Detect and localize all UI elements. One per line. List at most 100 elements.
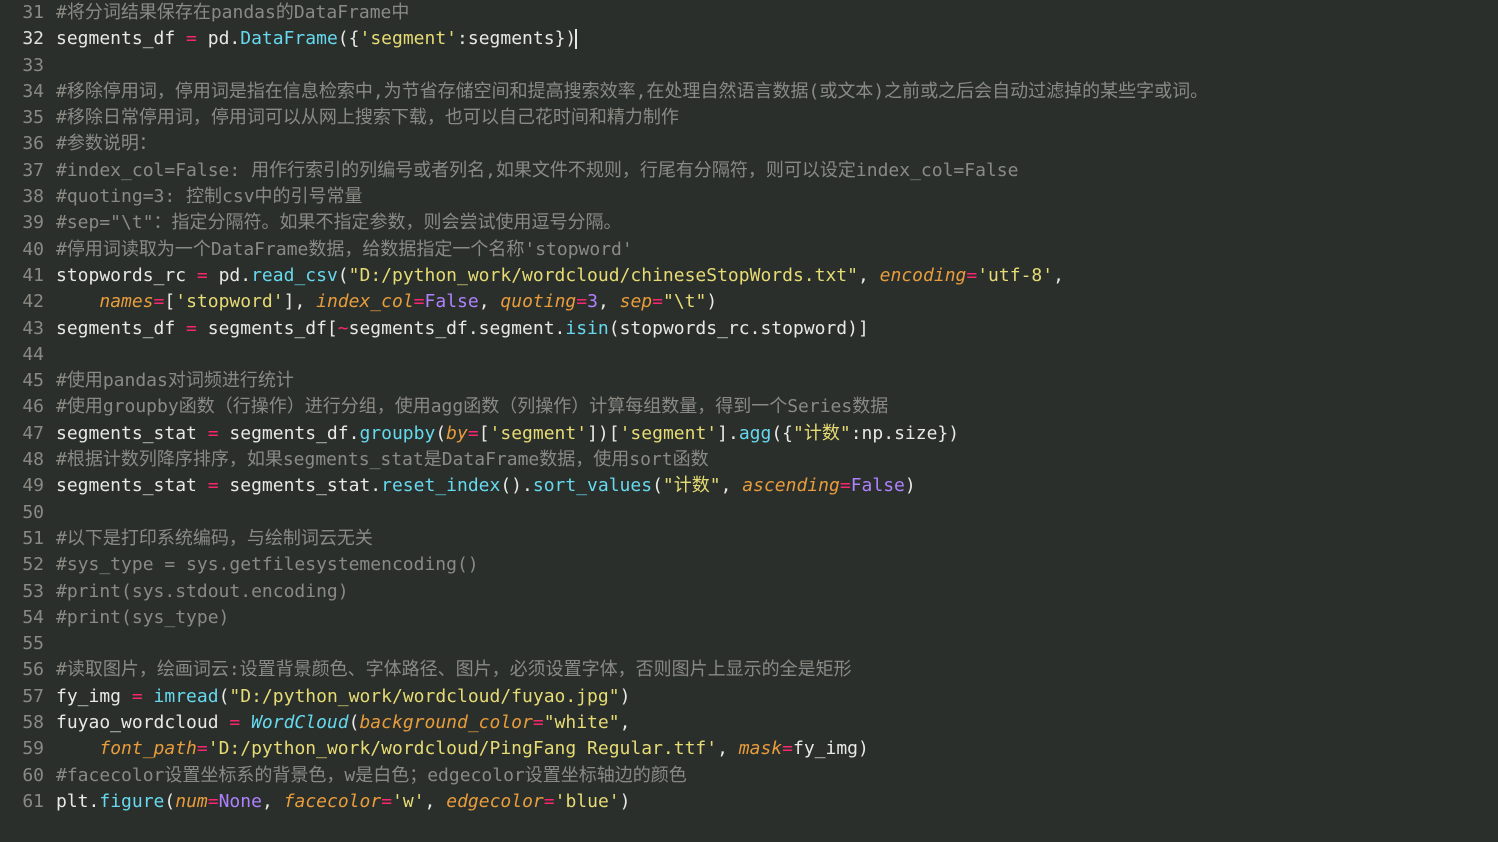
code-line[interactable]: #使用groupby函数（行操作）进行分组，使用agg函数（列操作）计算每组数量… xyxy=(56,394,1498,420)
code-token: #print(sys.stdout.encoding) xyxy=(56,581,349,602)
code-token: = xyxy=(197,265,208,286)
code-token: #index_col=False: 用作行索引的列编号或者列名,如果文件不规则，… xyxy=(56,160,1018,181)
code-line[interactable]: #sep="\t"：指定分隔符。如果不指定参数，则会尝试使用逗号分隔。 xyxy=(56,210,1498,236)
code-token: 3 xyxy=(587,291,598,312)
code-line[interactable]: #sys_type = sys.getfilesystemencoding() xyxy=(56,552,1498,578)
code-line[interactable]: segments_df = pd.DataFrame({'segment':se… xyxy=(56,26,1498,52)
code-token: reset_index xyxy=(381,475,500,496)
code-line[interactable] xyxy=(56,342,1498,368)
code-token: ( xyxy=(349,712,360,733)
code-token: ~ xyxy=(338,318,349,339)
code-line[interactable]: font_path='D:/python_work/wordcloud/Ping… xyxy=(56,736,1498,762)
code-line[interactable]: segments_stat = segments_df.groupby(by=[… xyxy=(56,421,1498,447)
code-token: , xyxy=(598,291,620,312)
code-token: , xyxy=(721,475,743,496)
code-line[interactable]: #print(sys_type) xyxy=(56,605,1498,631)
code-token: #将分词结果保存在pandas的DataFrame中 xyxy=(56,2,409,23)
code-line[interactable]: #以下是打印系统编码，与绘制词云无关 xyxy=(56,526,1498,552)
code-token: by xyxy=(446,423,468,444)
code-line[interactable]: #index_col=False: 用作行索引的列编号或者列名,如果文件不规则，… xyxy=(56,158,1498,184)
code-editor[interactable]: 3132333435363738394041424344454647484950… xyxy=(0,0,1498,842)
line-number: 53 xyxy=(8,579,44,605)
code-token: #quoting=3: 控制csv中的引号常量 xyxy=(56,186,363,207)
code-token: (stopwords_rc.stopword)] xyxy=(609,318,869,339)
code-token: , xyxy=(717,738,739,759)
code-line[interactable]: #print(sys.stdout.encoding) xyxy=(56,579,1498,605)
code-token: ]. xyxy=(717,423,739,444)
code-line[interactable]: segments_stat = segments_stat.reset_inde… xyxy=(56,473,1498,499)
code-token: segments_df xyxy=(56,28,186,49)
line-number: 51 xyxy=(8,526,44,552)
code-token: #facecolor设置坐标系的背景色，w是白色；edgecolor设置坐标轴边… xyxy=(56,765,687,786)
line-number: 58 xyxy=(8,710,44,736)
code-token: = xyxy=(208,475,219,496)
code-token: = xyxy=(414,291,425,312)
code-token: sep xyxy=(620,291,653,312)
line-number: 34 xyxy=(8,79,44,105)
code-token: #参数说明： xyxy=(56,133,157,154)
code-area[interactable]: #将分词结果保存在pandas的DataFrame中 segments_df = … xyxy=(56,0,1498,842)
line-number: 39 xyxy=(8,210,44,236)
code-line[interactable]: #移除停用词，停用词是指在信息检索中,为节省存储空间和提高搜索效率,在处理自然语… xyxy=(56,79,1498,105)
code-token: False xyxy=(851,475,905,496)
code-token: agg xyxy=(739,423,772,444)
line-number: 52 xyxy=(8,552,44,578)
code-token: #使用groupby函数（行操作）进行分组，使用agg函数（列操作）计算每组数量… xyxy=(56,396,888,417)
code-line[interactable]: #读取图片，绘画词云:设置背景颜色、字体路径、图片，必须设置字体，否则图片上显示… xyxy=(56,657,1498,683)
code-token: segments_df. xyxy=(219,423,360,444)
code-token: . xyxy=(229,28,240,49)
code-token: "计数" xyxy=(663,475,721,496)
code-line[interactable] xyxy=(56,631,1498,657)
code-token: names xyxy=(99,291,153,312)
code-line[interactable]: plt.figure(num=None, facecolor='w', edge… xyxy=(56,789,1498,815)
line-number: 46 xyxy=(8,394,44,420)
code-token: facecolor xyxy=(284,791,382,812)
code-line[interactable] xyxy=(56,53,1498,79)
code-line[interactable]: fuyao_wordcloud = WordCloud(background_c… xyxy=(56,710,1498,736)
code-token: figure xyxy=(99,791,164,812)
line-number: 44 xyxy=(8,342,44,368)
code-token: :segments}) xyxy=(457,28,576,49)
code-token: #根据计数列降序排序，如果segments_stat是DataFrame数据，使… xyxy=(56,449,709,470)
code-line[interactable]: #使用pandas对词频进行统计 xyxy=(56,368,1498,394)
code-token: 'stopword' xyxy=(175,291,283,312)
line-number: 61 xyxy=(8,789,44,815)
code-token: ( xyxy=(219,686,230,707)
code-line[interactable]: #facecolor设置坐标系的背景色，w是白色；edgecolor设置坐标轴边… xyxy=(56,763,1498,789)
code-token: , xyxy=(425,791,447,812)
code-token: segments_df[ xyxy=(197,318,338,339)
code-token: = xyxy=(544,791,555,812)
code-token: ) xyxy=(905,475,916,496)
code-token: ) xyxy=(706,291,717,312)
code-token: = xyxy=(197,738,208,759)
code-token: mask xyxy=(739,738,782,759)
code-token: #使用pandas对词频进行统计 xyxy=(56,370,294,391)
code-token: 'segment' xyxy=(620,423,718,444)
code-line[interactable]: fy_img = imread("D:/python_work/wordclou… xyxy=(56,684,1498,710)
code-token: = xyxy=(186,318,197,339)
code-token: ( xyxy=(435,423,446,444)
code-line[interactable]: #停用词读取为一个DataFrame数据，给数据指定一个名称'stopword' xyxy=(56,237,1498,263)
code-token: 'segment' xyxy=(490,423,588,444)
code-line[interactable]: #quoting=3: 控制csv中的引号常量 xyxy=(56,184,1498,210)
code-line[interactable]: #根据计数列降序排序，如果segments_stat是DataFrame数据，使… xyxy=(56,447,1498,473)
code-line[interactable]: #将分词结果保存在pandas的DataFrame中 xyxy=(56,0,1498,26)
code-line[interactable]: names=['stopword'], index_col=False, quo… xyxy=(56,289,1498,315)
code-token: fy_img) xyxy=(793,738,869,759)
code-line[interactable] xyxy=(56,500,1498,526)
line-number: 43 xyxy=(8,316,44,342)
code-token: fuyao_wordcloud xyxy=(56,712,229,733)
line-number: 40 xyxy=(8,237,44,263)
code-line[interactable]: #参数说明： xyxy=(56,131,1498,157)
code-line[interactable]: #移除日常停用词，停用词可以从网上搜索下载，也可以自己花时间和精力制作 xyxy=(56,105,1498,131)
code-token: imread xyxy=(154,686,219,707)
line-number: 50 xyxy=(8,500,44,526)
code-line[interactable]: stopwords_rc = pd.read_csv("D:/python_wo… xyxy=(56,263,1498,289)
code-token xyxy=(240,712,251,733)
code-line[interactable]: segments_df = segments_df[~segments_df.s… xyxy=(56,316,1498,342)
code-token: = xyxy=(782,738,793,759)
code-token: = xyxy=(381,791,392,812)
line-number: 41 xyxy=(8,263,44,289)
code-token: None xyxy=(219,791,262,812)
line-number: 57 xyxy=(8,684,44,710)
